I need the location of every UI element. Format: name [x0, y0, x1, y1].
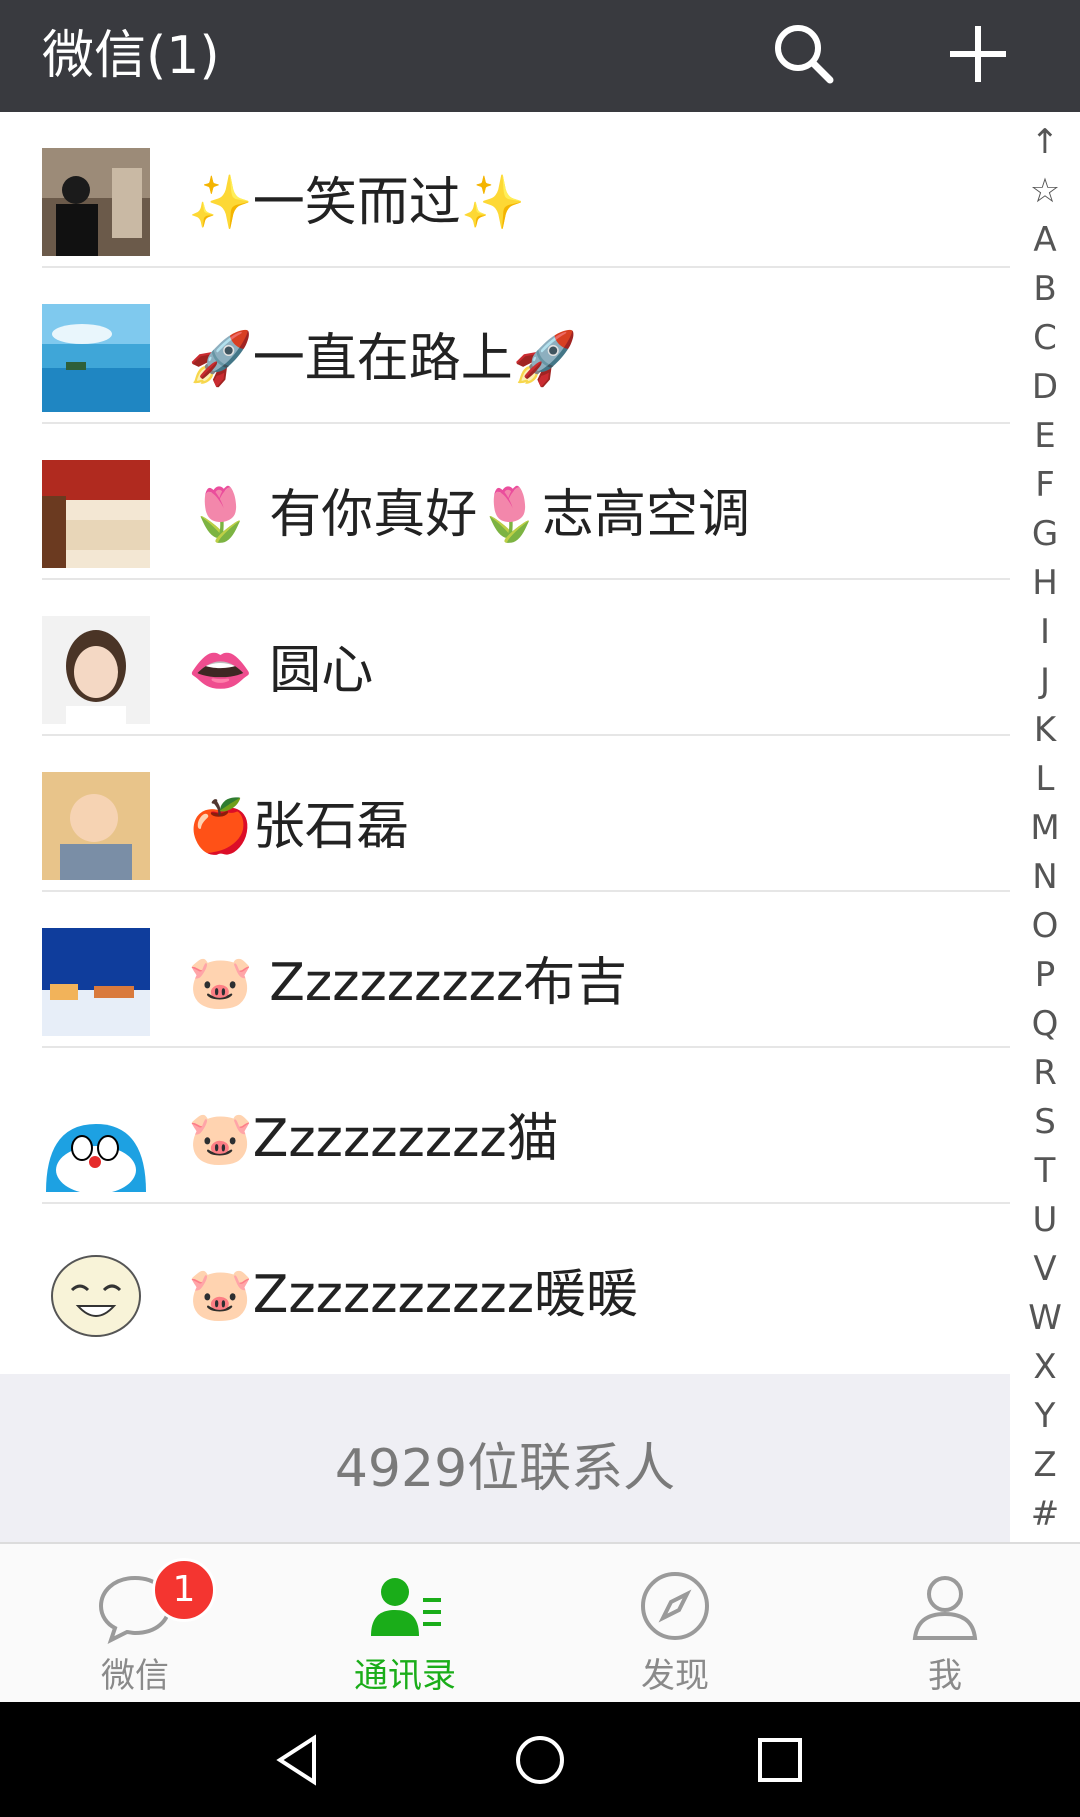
- compass-icon: [641, 1572, 709, 1640]
- avatar: [42, 772, 150, 880]
- list-item[interactable]: 👄 圆心: [0, 580, 1010, 736]
- contact-name: 🐷Zzzzzzzzz猫: [188, 1109, 559, 1169]
- tab-me[interactable]: 我: [810, 1544, 1080, 1704]
- contact-name: 🐷 Zzzzzzzzz布吉: [188, 953, 628, 1013]
- person-icon: [912, 1576, 978, 1640]
- index-letter[interactable]: P: [1010, 953, 1080, 997]
- index-letter[interactable]: E: [1010, 414, 1080, 458]
- page-title: 微信(1): [42, 26, 220, 86]
- index-letter[interactable]: S: [1010, 1100, 1080, 1144]
- contact-name: 🐷Zzzzzzzzzz暖暖: [188, 1265, 639, 1325]
- index-letter[interactable]: R: [1010, 1051, 1080, 1095]
- unread-badge: 1: [152, 1558, 216, 1622]
- index-letter[interactable]: #: [1010, 1492, 1080, 1536]
- index-letter[interactable]: N: [1010, 855, 1080, 899]
- contact-list[interactable]: ✨一笑而过✨ 🚀一直在路上🚀 🌷 有你真好🌷志高空调 👄 圆心 🍎张石磊 🐷 Z…: [0, 112, 1010, 1374]
- tab-label: 通讯录: [354, 1656, 456, 1696]
- index-letter[interactable]: D: [1010, 365, 1080, 409]
- avatar: [42, 928, 150, 1036]
- index-letter[interactable]: O: [1010, 904, 1080, 948]
- index-letter[interactable]: W: [1010, 1296, 1080, 1340]
- recents-icon[interactable]: [752, 1732, 808, 1788]
- index-letter[interactable]: A: [1010, 218, 1080, 262]
- contacts-icon: [371, 1578, 441, 1636]
- list-item[interactable]: 🐷Zzzzzzzzz猫: [0, 1048, 1010, 1204]
- index-letter[interactable]: X: [1010, 1345, 1080, 1389]
- index-letter[interactable]: T: [1010, 1149, 1080, 1193]
- index-letter[interactable]: F: [1010, 463, 1080, 507]
- search-icon[interactable]: [764, 14, 844, 94]
- top-bar: 微信(1): [0, 0, 1080, 112]
- contact-name: 👄 圆心: [188, 641, 374, 701]
- index-letter[interactable]: ↑: [1010, 120, 1080, 164]
- index-letter[interactable]: K: [1010, 708, 1080, 752]
- index-letter[interactable]: Z: [1010, 1443, 1080, 1487]
- avatar: [42, 148, 150, 256]
- index-letter[interactable]: J: [1010, 659, 1080, 703]
- bottom-tab-bar: 1 微信 通讯录 发现 我: [0, 1542, 1080, 1704]
- contact-name: ✨一笑而过✨: [188, 173, 526, 233]
- tab-label: 发现: [641, 1656, 709, 1696]
- tab-chats[interactable]: 1 微信: [0, 1544, 270, 1704]
- contact-name: 🌷 有你真好🌷志高空调: [188, 485, 751, 545]
- index-letter[interactable]: U: [1010, 1198, 1080, 1242]
- index-letter[interactable]: B: [1010, 267, 1080, 311]
- list-item[interactable]: ✨一笑而过✨: [0, 112, 1010, 268]
- back-icon[interactable]: [270, 1732, 326, 1788]
- tab-discover[interactable]: 发现: [540, 1544, 810, 1704]
- list-item[interactable]: 🚀一直在路上🚀: [0, 268, 1010, 424]
- tab-contacts[interactable]: 通讯录: [270, 1544, 540, 1704]
- index-letter[interactable]: H: [1010, 561, 1080, 605]
- index-letter[interactable]: L: [1010, 757, 1080, 801]
- avatar: [42, 1084, 150, 1192]
- contact-name: 🚀一直在路上🚀: [188, 329, 578, 389]
- list-item[interactable]: 🐷 Zzzzzzzzz布吉: [0, 892, 1010, 1048]
- index-letter[interactable]: Q: [1010, 1002, 1080, 1046]
- avatar: [42, 460, 150, 568]
- alphabet-index[interactable]: ↑ ☆ A B C D E F G H I J K L M N O P Q R S T U V W X Y Z #: [1010, 112, 1080, 1542]
- tab-label: 我: [928, 1656, 962, 1696]
- avatar: [42, 1240, 150, 1348]
- tab-label: 微信: [101, 1656, 169, 1696]
- index-letter[interactable]: G: [1010, 512, 1080, 556]
- add-icon[interactable]: [938, 14, 1018, 94]
- index-letter[interactable]: C: [1010, 316, 1080, 360]
- index-letter[interactable]: Y: [1010, 1394, 1080, 1438]
- avatar: [42, 304, 150, 412]
- index-letter[interactable]: M: [1010, 806, 1080, 850]
- index-letter[interactable]: V: [1010, 1247, 1080, 1291]
- index-letter[interactable]: ☆: [1010, 169, 1080, 213]
- avatar: [42, 616, 150, 724]
- index-letter[interactable]: I: [1010, 610, 1080, 654]
- contact-count-footer: 4929位联系人: [0, 1374, 1010, 1542]
- contact-name: 🍎张石磊: [188, 797, 409, 857]
- home-icon[interactable]: [512, 1732, 568, 1788]
- system-nav-bar: [0, 1702, 1080, 1817]
- list-item[interactable]: 🌷 有你真好🌷志高空调: [0, 424, 1010, 580]
- contact-count: 4929位联系人: [334, 1439, 676, 1499]
- list-item[interactable]: 🐷Zzzzzzzzzz暖暖: [0, 1204, 1010, 1360]
- list-item[interactable]: 🍎张石磊: [0, 736, 1010, 892]
